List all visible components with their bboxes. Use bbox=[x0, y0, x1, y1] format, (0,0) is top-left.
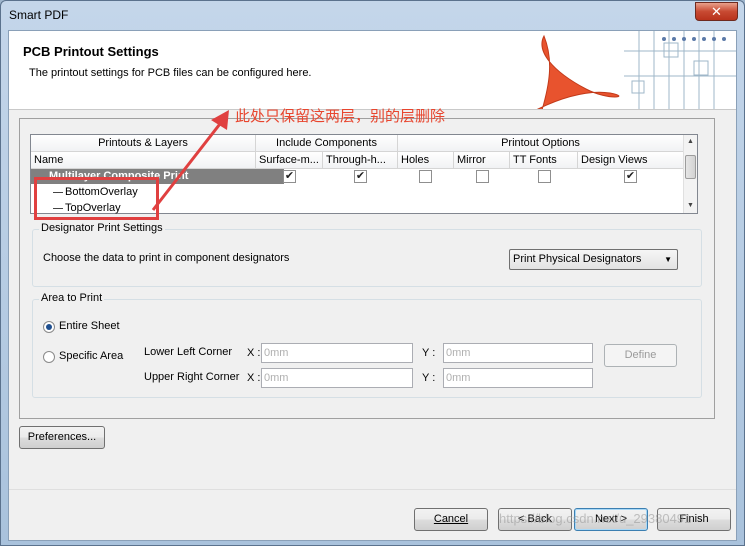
settings-panel: Printouts & Layers Include Components Pr… bbox=[19, 118, 715, 419]
lower-left-x-label: X : bbox=[247, 347, 261, 359]
lower-left-y-input[interactable]: 0mm bbox=[443, 343, 593, 363]
cancel-button[interactable]: Cancel bbox=[414, 508, 488, 531]
specific-area-radio[interactable] bbox=[43, 351, 55, 363]
column-surface-mount[interactable]: Surface-m... bbox=[256, 152, 323, 169]
area-to-print-group: Area to Print Entire Sheet Specific Area… bbox=[32, 292, 702, 398]
specific-area-label[interactable]: Specific Area bbox=[59, 350, 123, 362]
designator-select[interactable]: Print Physical Designators ▼ bbox=[509, 249, 678, 270]
column-holes[interactable]: Holes bbox=[398, 152, 454, 169]
tt-fonts-checkbox[interactable] bbox=[538, 170, 551, 183]
column-tt-fonts[interactable]: TT Fonts bbox=[510, 152, 578, 169]
design-views-checkbox[interactable]: ✔ bbox=[624, 170, 637, 183]
define-button[interactable]: Define bbox=[604, 344, 677, 367]
annotation-text: 此处只保留这两层，别的层删除 bbox=[235, 107, 446, 125]
acrobat-pcb-banner-image bbox=[536, 31, 736, 109]
upper-right-x-input[interactable]: 0mm bbox=[261, 368, 413, 388]
designator-group-label: Designator Print Settings bbox=[39, 222, 165, 234]
smart-pdf-window: Smart PDF ✕ PCB Printout Settings The pr… bbox=[0, 0, 745, 546]
preferences-button[interactable]: Preferences... bbox=[19, 426, 105, 449]
cancel-label: Cancel bbox=[433, 513, 469, 525]
upper-right-x-label: X : bbox=[247, 372, 261, 384]
entire-sheet-label[interactable]: Entire Sheet bbox=[59, 320, 120, 332]
entire-sheet-radio[interactable] bbox=[43, 321, 55, 333]
upper-right-y-label: Y : bbox=[422, 372, 436, 384]
scroll-up-icon[interactable]: ▲ bbox=[684, 135, 697, 148]
through-hole-checkbox[interactable]: ✔ bbox=[354, 170, 367, 183]
designator-prompt: Choose the data to print in component de… bbox=[43, 252, 290, 264]
designator-print-settings-group: Designator Print Settings Choose the dat… bbox=[32, 222, 702, 287]
annotation-arrow-icon bbox=[151, 110, 229, 211]
title-bar: Smart PDF ✕ bbox=[1, 1, 744, 29]
designator-selected-value: Print Physical Designators bbox=[513, 253, 642, 265]
header-include-components: Include Components bbox=[256, 135, 398, 152]
scroll-down-icon[interactable]: ▼ bbox=[684, 199, 697, 212]
holes-checkbox[interactable] bbox=[419, 170, 432, 183]
page-subtitle: The printout settings for PCB files can … bbox=[29, 67, 312, 79]
mirror-checkbox[interactable] bbox=[476, 170, 489, 183]
wizard-header: PCB Printout Settings The printout setti… bbox=[9, 31, 736, 110]
upper-right-y-input[interactable]: 0mm bbox=[443, 368, 593, 388]
column-through-hole[interactable]: Through-h... bbox=[323, 152, 398, 169]
watermark-text: https://blog.csdn.net/u_29380491 bbox=[499, 511, 692, 526]
area-group-label: Area to Print bbox=[39, 292, 105, 304]
grid-vertical-scrollbar[interactable]: ▲ ▼ bbox=[683, 135, 697, 213]
column-design-views[interactable]: Design Views bbox=[578, 152, 684, 169]
lower-left-x-input[interactable]: 0mm bbox=[261, 343, 413, 363]
upper-right-corner-label: Upper Right Corner bbox=[144, 371, 240, 383]
chevron-down-icon: ▼ bbox=[664, 255, 672, 264]
header-printout-options: Printout Options bbox=[398, 135, 684, 152]
page-title: PCB Printout Settings bbox=[23, 44, 159, 59]
lower-left-y-label: Y : bbox=[422, 347, 436, 359]
column-mirror[interactable]: Mirror bbox=[454, 152, 510, 169]
lower-left-corner-label: Lower Left Corner bbox=[144, 346, 233, 358]
footer-divider bbox=[9, 489, 736, 490]
surface-mount-checkbox[interactable]: ✔ bbox=[283, 170, 296, 183]
window-title: Smart PDF bbox=[9, 8, 69, 22]
scroll-thumb[interactable] bbox=[685, 155, 696, 179]
close-button[interactable]: ✕ bbox=[695, 2, 738, 21]
